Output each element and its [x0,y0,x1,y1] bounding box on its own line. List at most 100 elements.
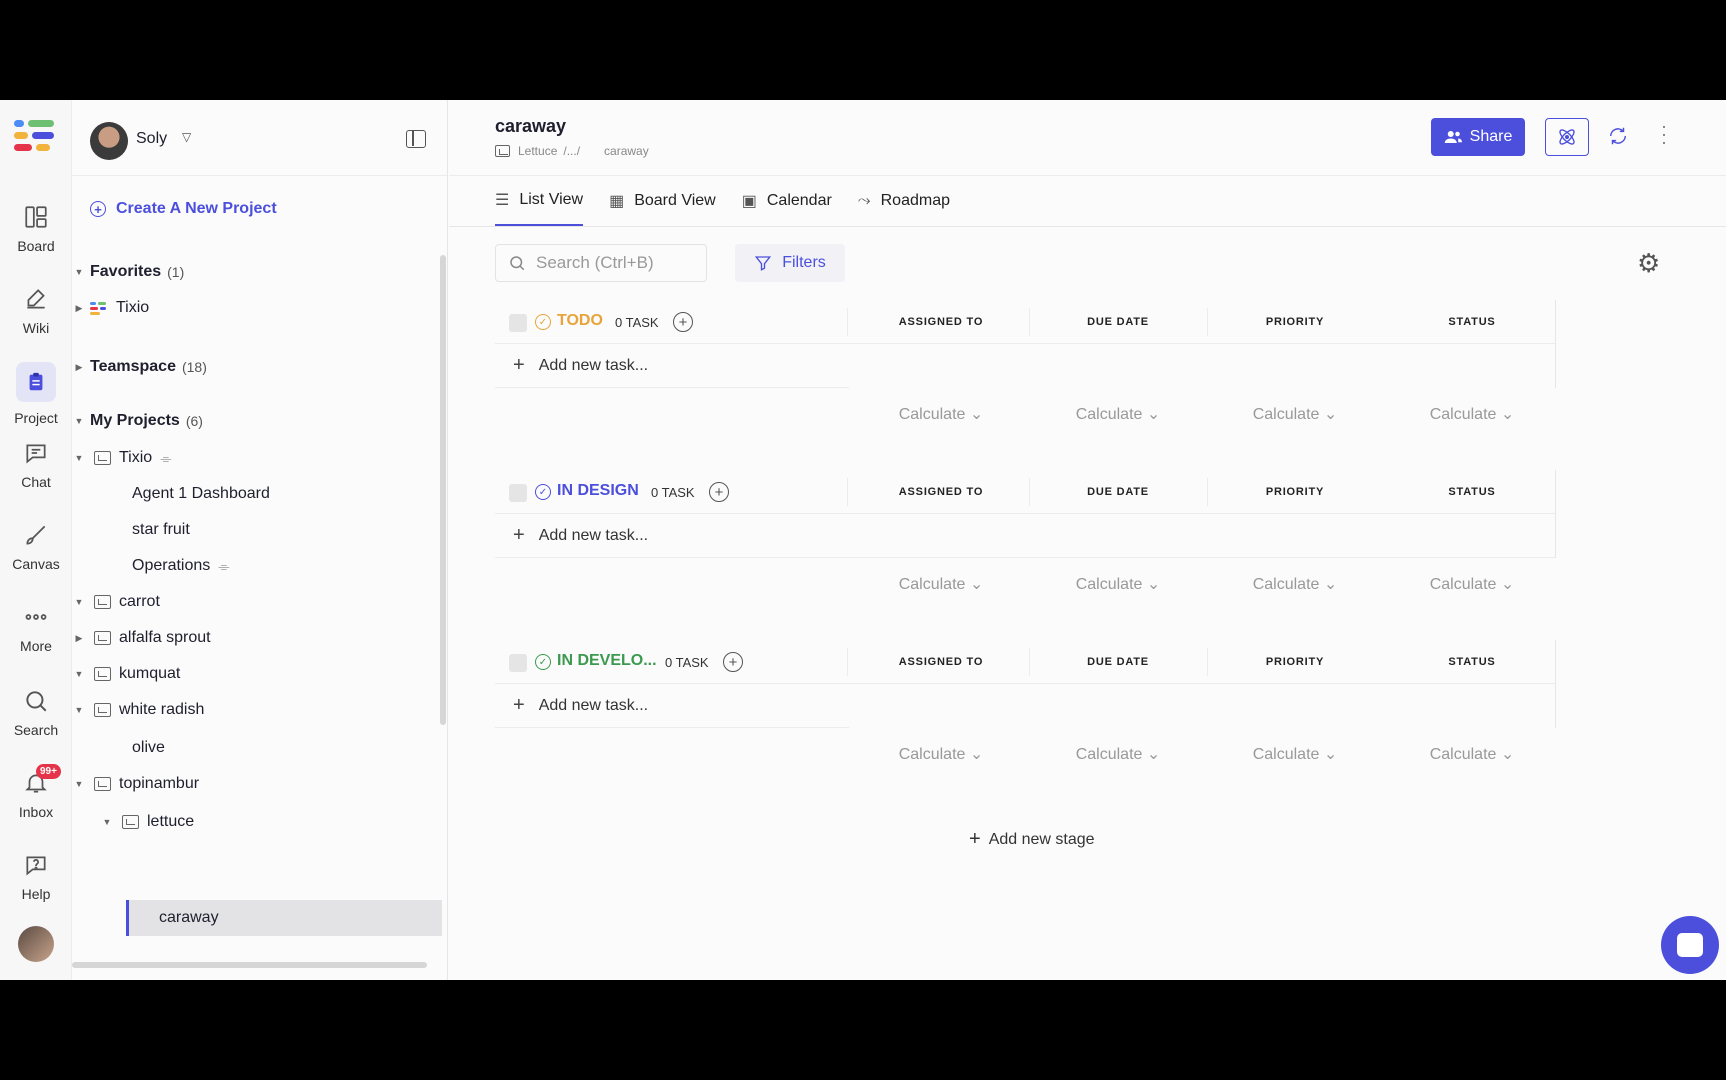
calculate-dropdown[interactable]: Calculate ⌄ [1030,744,1206,764]
more-icon [25,614,47,620]
users-icon [1444,131,1462,143]
column-divider [847,478,848,506]
tree-item-olive[interactable]: olive [72,732,442,764]
calculate-dropdown[interactable]: Calculate ⌄ [1207,744,1383,764]
search-input[interactable]: Search (Ctrl+B) [495,244,707,282]
more-options-icon[interactable]: · · · [1659,117,1669,151]
favorite-item-tixio[interactable]: ▶ Tixio [72,292,442,324]
tab-list-view[interactable]: ☰ List View [495,176,584,226]
add-task-icon[interactable]: + [723,652,743,672]
column-due-date[interactable]: DUE DATE [1030,316,1206,328]
calculate-dropdown[interactable]: Calculate ⌄ [853,574,1029,594]
add-task-row[interactable]: + Add new task... [495,344,849,388]
my-projects-section[interactable]: ▼ My Projects (6) [72,405,442,437]
tree-item-star-fruit[interactable]: star fruit [72,514,442,546]
chevron-down-icon[interactable]: ▽ [182,130,191,144]
add-task-row[interactable]: + Add new task... [495,684,849,728]
column-assigned-to[interactable]: ASSIGNED TO [853,486,1029,498]
user-name[interactable]: Soly [136,130,167,148]
breadcrumb-parent[interactable]: Lettuce [518,144,557,158]
calculate-dropdown[interactable]: Calculate ⌄ [853,744,1029,764]
tree-item-alfalfa-sprout[interactable]: ▶ alfalfa sprout [72,622,442,654]
tree-item-kumquat[interactable]: ▼ kumquat [72,658,442,690]
tree-item-lettuce[interactable]: ▼ lettuce [72,806,442,838]
add-task-label: Add new task... [538,356,649,374]
calculate-dropdown[interactable]: Calculate ⌄ [1384,404,1560,424]
tab-board-view[interactable]: ▦ Board View [609,176,716,226]
stage-name[interactable]: IN DESIGN [557,482,639,500]
tree-item-agent-dashboard[interactable]: Agent 1 Dashboard [72,478,442,510]
rail-board[interactable]: Board [0,204,72,254]
filter-icon [755,256,772,271]
gear-icon[interactable]: ⚙ [1637,248,1660,279]
calculate-dropdown[interactable]: Calculate ⌄ [1030,404,1206,424]
tree-item-operations[interactable]: Operations ⌯ [72,550,442,582]
tree-item-carrot[interactable]: ▼ carrot [72,586,442,618]
rail-help-label: Help [21,886,51,902]
column-status[interactable]: STATUS [1384,656,1560,668]
tree-item-topinambur[interactable]: ▼ topinambur [72,768,442,800]
add-stage-button[interactable]: + Add new stage [969,828,1095,851]
rail-help[interactable]: Help [0,852,72,902]
column-divider [847,648,848,676]
wiki-icon [27,289,45,309]
column-due-date[interactable]: DUE DATE [1030,486,1206,498]
ai-button[interactable] [1545,118,1589,156]
column-status[interactable]: STATUS [1384,316,1560,328]
tree-item-tixio[interactable]: ▼ Tixio ⌯ [72,442,442,474]
project-icon [94,631,111,645]
column-priority[interactable]: PRIORITY [1207,316,1383,328]
rail-canvas[interactable]: Canvas [0,522,72,572]
calculate-dropdown[interactable]: Calculate ⌄ [853,404,1029,424]
sidebar-horizontal-scrollbar[interactable] [72,962,427,968]
rail-chat[interactable]: Chat [0,440,72,490]
share-label: Share [1469,128,1513,145]
share-button[interactable]: Share [1431,118,1525,156]
stage-select-checkbox[interactable] [509,654,527,672]
profile-avatar[interactable] [18,926,54,962]
column-due-date[interactable]: DUE DATE [1030,656,1206,668]
tree-item-white-radish[interactable]: ▼ white radish [72,694,442,726]
stage-select-checkbox[interactable] [509,484,527,502]
calculate-dropdown[interactable]: Calculate ⌄ [1384,574,1560,594]
add-task-icon[interactable]: + [709,482,729,502]
atom-icon [1559,129,1575,145]
plus-icon: + [969,828,981,850]
calculate-label: Calculate [1252,746,1320,763]
column-priority[interactable]: PRIORITY [1207,486,1383,498]
stage-name[interactable]: TODO [557,312,603,330]
rail-inbox[interactable]: 99+ Inbox [0,764,72,820]
sidebar-vertical-scrollbar[interactable] [440,255,446,725]
column-assigned-to[interactable]: ASSIGNED TO [853,316,1029,328]
filters-button[interactable]: Filters [735,244,845,282]
rail-search[interactable]: Search [0,688,72,738]
calculate-dropdown[interactable]: Calculate ⌄ [1207,574,1383,594]
rail-more[interactable]: More [0,604,72,654]
tab-calendar[interactable]: ▣ Calendar [742,176,832,226]
stage-border [1555,300,1556,388]
view-tabs: ☰ List View ▦ Board View ▣ Calendar ⤳ Ro… [495,176,950,226]
favorites-section[interactable]: ▼ Favorites (1) [72,256,442,288]
stage-name[interactable]: IN DEVELO... [557,652,657,670]
add-task-row[interactable]: + Add new task... [495,514,1555,558]
column-status[interactable]: STATUS [1384,486,1560,498]
app-logo[interactable] [14,118,56,156]
create-project-button[interactable]: + Create A New Project [90,200,277,218]
tab-roadmap[interactable]: ⤳ Roadmap [858,176,950,226]
teamspace-section[interactable]: ▶ Teamspace (18) [72,351,442,383]
rail-project[interactable]: Project [0,362,72,426]
tree-item-caraway-selected[interactable]: caraway [126,900,442,936]
add-task-icon[interactable]: + [673,312,693,332]
calculate-dropdown[interactable]: Calculate ⌄ [1384,744,1560,764]
user-avatar[interactable] [90,122,128,160]
stage-select-checkbox[interactable] [509,314,527,332]
calculate-dropdown[interactable]: Calculate ⌄ [1207,404,1383,424]
rail-wiki[interactable]: Wiki [0,286,72,336]
calculate-dropdown[interactable]: Calculate ⌄ [1030,574,1206,594]
calculate-label: Calculate [1075,746,1143,763]
column-priority[interactable]: PRIORITY [1207,656,1383,668]
support-chat-button[interactable] [1661,916,1719,974]
collapse-sidebar-icon[interactable] [406,130,426,148]
sync-button[interactable] [1603,120,1633,152]
column-assigned-to[interactable]: ASSIGNED TO [853,656,1029,668]
